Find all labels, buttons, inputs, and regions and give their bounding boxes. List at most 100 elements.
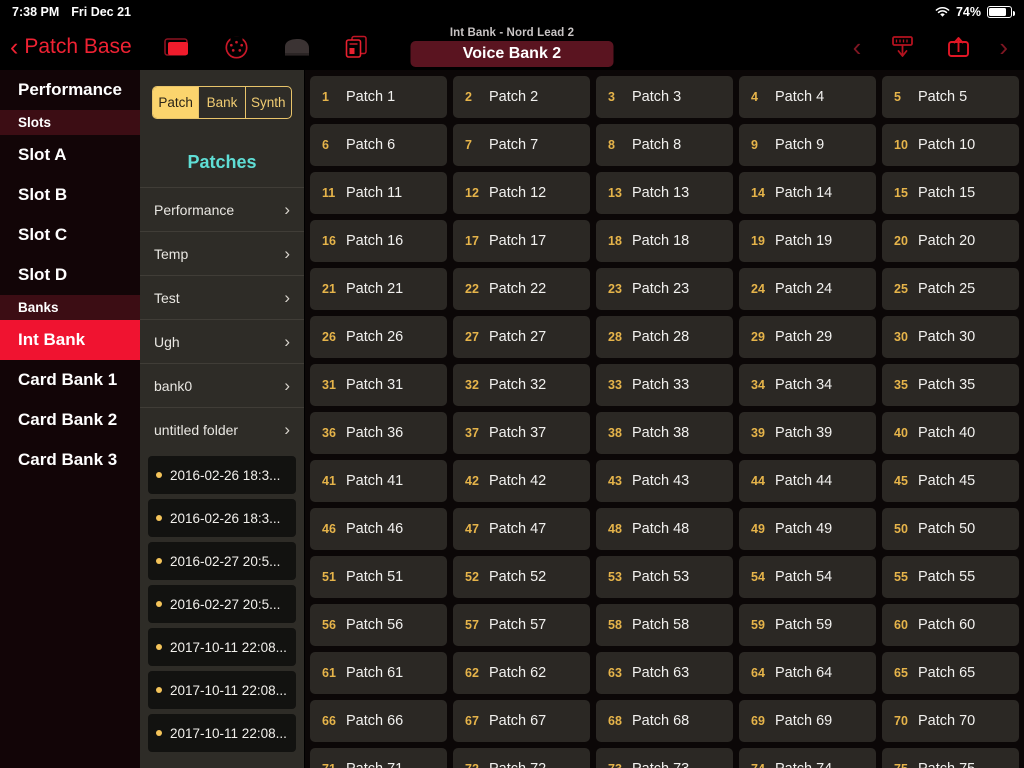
patch-cell[interactable]: 13 Patch 13 <box>596 172 733 214</box>
patch-cell[interactable]: 68 Patch 68 <box>596 700 733 742</box>
file-list-item[interactable]: 2016-02-26 18:3... <box>148 499 296 537</box>
midi-din-icon[interactable] <box>222 33 252 61</box>
patch-cell[interactable]: 28 Patch 28 <box>596 316 733 358</box>
patch-cell[interactable]: 63 Patch 63 <box>596 652 733 694</box>
patch-cell[interactable]: 10 Patch 10 <box>882 124 1019 166</box>
folder-row[interactable]: Ugh › <box>140 319 304 363</box>
patch-cell[interactable]: 61 Patch 61 <box>310 652 447 694</box>
patch-cell[interactable]: 31 Patch 31 <box>310 364 447 406</box>
patch-cell[interactable]: 65 Patch 65 <box>882 652 1019 694</box>
segment-bank[interactable]: Bank <box>199 87 246 118</box>
patch-cell[interactable]: 14 Patch 14 <box>739 172 876 214</box>
patch-cell[interactable]: 19 Patch 19 <box>739 220 876 262</box>
browser-list[interactable]: Performance › Temp › Test › Ugh › bank0 › untitled… <box>140 187 304 768</box>
patch-cell[interactable]: 2 Patch 2 <box>453 76 590 118</box>
piano-keyboard-icon[interactable] <box>282 33 312 61</box>
patch-cell[interactable]: 21 Patch 21 <box>310 268 447 310</box>
patch-cell[interactable]: 46 Patch 46 <box>310 508 447 550</box>
folder-row[interactable]: bank0 › <box>140 363 304 407</box>
patch-cell[interactable]: 43 Patch 43 <box>596 460 733 502</box>
patch-cell[interactable]: 66 Patch 66 <box>310 700 447 742</box>
patch-cell[interactable]: 75 Patch 75 <box>882 748 1019 768</box>
sidebar-item-card-bank-1[interactable]: Card Bank 1 <box>0 360 140 400</box>
patch-cell[interactable]: 37 Patch 37 <box>453 412 590 454</box>
patch-cell[interactable]: 41 Patch 41 <box>310 460 447 502</box>
patch-cell[interactable]: 38 Patch 38 <box>596 412 733 454</box>
patch-cell[interactable]: 18 Patch 18 <box>596 220 733 262</box>
patch-cell[interactable]: 56 Patch 56 <box>310 604 447 646</box>
file-list-item[interactable]: 2017-10-11 22:08... <box>148 671 296 709</box>
patch-cell[interactable]: 9 Patch 9 <box>739 124 876 166</box>
patch-cell[interactable]: 22 Patch 22 <box>453 268 590 310</box>
patch-cell[interactable]: 67 Patch 67 <box>453 700 590 742</box>
patch-cell[interactable]: 7 Patch 7 <box>453 124 590 166</box>
patch-cell[interactable]: 32 Patch 32 <box>453 364 590 406</box>
next-bank-button[interactable]: › <box>999 34 1008 60</box>
patch-cell[interactable]: 11 Patch 11 <box>310 172 447 214</box>
folder-row[interactable]: Temp › <box>140 231 304 275</box>
patch-cell[interactable]: 8 Patch 8 <box>596 124 733 166</box>
patch-cell[interactable]: 45 Patch 45 <box>882 460 1019 502</box>
patch-cell[interactable]: 16 Patch 16 <box>310 220 447 262</box>
segment-synth[interactable]: Synth <box>246 87 291 118</box>
patch-cell[interactable]: 1 Patch 1 <box>310 76 447 118</box>
patch-cell[interactable]: 71 Patch 71 <box>310 748 447 768</box>
patch-cell[interactable]: 20 Patch 20 <box>882 220 1019 262</box>
patch-cell[interactable]: 33 Patch 33 <box>596 364 733 406</box>
patch-cell[interactable]: 29 Patch 29 <box>739 316 876 358</box>
sidebar-item-slot-d[interactable]: Slot D <box>0 255 140 295</box>
patch-cell[interactable]: 54 Patch 54 <box>739 556 876 598</box>
patch-cell[interactable]: 30 Patch 30 <box>882 316 1019 358</box>
patch-cell[interactable]: 53 Patch 53 <box>596 556 733 598</box>
patch-bank-synth-segmented-control[interactable]: Patch Bank Synth <box>152 86 292 119</box>
voice-bank-button[interactable]: Voice Bank 2 <box>410 41 614 67</box>
segment-patch[interactable]: Patch <box>153 87 200 118</box>
bank-folder-icon[interactable] <box>162 33 192 61</box>
patch-cell[interactable]: 49 Patch 49 <box>739 508 876 550</box>
patch-cell[interactable]: 73 Patch 73 <box>596 748 733 768</box>
patch-cell[interactable]: 74 Patch 74 <box>739 748 876 768</box>
patch-cell[interactable]: 35 Patch 35 <box>882 364 1019 406</box>
patch-cell[interactable]: 6 Patch 6 <box>310 124 447 166</box>
patch-cell[interactable]: 69 Patch 69 <box>739 700 876 742</box>
patch-cell[interactable]: 15 Patch 15 <box>882 172 1019 214</box>
sidebar-item-card-bank-3[interactable]: Card Bank 3 <box>0 440 140 480</box>
patch-cell[interactable]: 23 Patch 23 <box>596 268 733 310</box>
file-list-item[interactable]: 2017-10-11 22:08... <box>148 714 296 752</box>
patch-cell[interactable]: 25 Patch 25 <box>882 268 1019 310</box>
patch-cell[interactable]: 5 Patch 5 <box>882 76 1019 118</box>
folder-row[interactable]: Test › <box>140 275 304 319</box>
patch-cell[interactable]: 17 Patch 17 <box>453 220 590 262</box>
patch-cell[interactable]: 72 Patch 72 <box>453 748 590 768</box>
patch-cell[interactable]: 39 Patch 39 <box>739 412 876 454</box>
sidebar-item-performance[interactable]: Performance <box>0 70 140 110</box>
duplicate-documents-icon[interactable] <box>342 33 372 61</box>
patch-cell[interactable]: 51 Patch 51 <box>310 556 447 598</box>
sidebar-item-slot-b[interactable]: Slot B <box>0 175 140 215</box>
sidebar-item-card-bank-2[interactable]: Card Bank 2 <box>0 400 140 440</box>
patch-cell[interactable]: 57 Patch 57 <box>453 604 590 646</box>
patch-cell[interactable]: 24 Patch 24 <box>739 268 876 310</box>
patch-cell[interactable]: 59 Patch 59 <box>739 604 876 646</box>
patch-cell[interactable]: 64 Patch 64 <box>739 652 876 694</box>
patch-cell[interactable]: 52 Patch 52 <box>453 556 590 598</box>
export-share-icon[interactable] <box>943 33 973 61</box>
patch-cell[interactable]: 48 Patch 48 <box>596 508 733 550</box>
sidebar-item-slot-a[interactable]: Slot A <box>0 135 140 175</box>
file-list-item[interactable]: 2016-02-27 20:5... <box>148 542 296 580</box>
import-download-icon[interactable] <box>887 33 917 61</box>
patch-cell[interactable]: 42 Patch 42 <box>453 460 590 502</box>
file-list-item[interactable]: 2016-02-26 18:3... <box>148 456 296 494</box>
patch-cell[interactable]: 62 Patch 62 <box>453 652 590 694</box>
patch-cell[interactable]: 4 Patch 4 <box>739 76 876 118</box>
patch-cell[interactable]: 3 Patch 3 <box>596 76 733 118</box>
sidebar-item-int-bank[interactable]: Int Bank <box>0 320 140 360</box>
folder-row[interactable]: untitled folder › <box>140 407 304 451</box>
patch-cell[interactable]: 70 Patch 70 <box>882 700 1019 742</box>
patch-cell[interactable]: 12 Patch 12 <box>453 172 590 214</box>
folder-row[interactable]: Performance › <box>140 187 304 231</box>
patch-cell[interactable]: 44 Patch 44 <box>739 460 876 502</box>
sidebar-item-slot-c[interactable]: Slot C <box>0 215 140 255</box>
previous-bank-button[interactable]: ‹ <box>853 34 862 60</box>
patch-cell[interactable]: 47 Patch 47 <box>453 508 590 550</box>
